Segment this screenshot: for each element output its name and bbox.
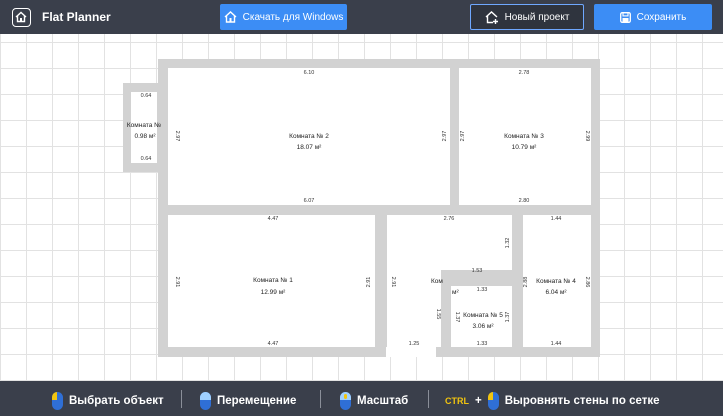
new-project-label: Новый проект <box>504 11 570 23</box>
dim-2-right: 2.97 <box>442 131 448 142</box>
dim-4-top: 1.44 <box>551 216 562 222</box>
hint-align: CTRL + Выровнять стены по сетке <box>445 392 660 410</box>
ctrl-key-label: CTRL <box>445 396 469 406</box>
dim-0-top: 0.64 <box>141 93 152 99</box>
dim-5-top: 1.33 <box>477 287 488 293</box>
room-3-area: 10.79 м² <box>512 144 538 151</box>
dim-3-top: 2.78 <box>519 70 530 76</box>
save-button[interactable]: Сохранить <box>594 4 712 30</box>
room-4-name: Комната № 4 <box>536 278 576 285</box>
plus-sign: + <box>475 395 482 407</box>
hint-align-label: Выровнять стены по сетке <box>504 395 660 407</box>
dim-6-bottom: 1.25 <box>409 341 420 347</box>
hint-divider <box>428 390 429 408</box>
hint-select-label: Выбрать объект <box>69 395 164 407</box>
hint-move: Перемещение <box>200 392 296 410</box>
hint-zoom: Масштаб <box>340 392 408 410</box>
room-3-name: Комната № 3 <box>504 133 544 140</box>
room-1-area: 12.99 м² <box>261 289 287 296</box>
room-6-area: м² <box>452 289 459 296</box>
dim-4-right: 2.86 <box>584 277 590 288</box>
dim-1-left: 2.91 <box>174 277 180 288</box>
door-gap[interactable] <box>386 347 436 357</box>
room-5-name: Комната № 5 <box>463 312 503 319</box>
room-0-name: Комната № <box>127 122 161 129</box>
mouse-left-click-icon <box>487 392 499 410</box>
app-title: Flat Planner <box>42 10 111 24</box>
dim-2-top: 6.10 <box>304 70 315 76</box>
dim-1-right: 2.91 <box>366 277 372 288</box>
mouse-wheel-icon <box>340 392 351 410</box>
dim-3-bottom: 2.80 <box>519 198 530 204</box>
dim-5-bottom: 1.33 <box>477 341 488 347</box>
room-2-area: 18.07 м² <box>297 144 323 151</box>
download-windows-button[interactable]: Скачать для Windows <box>220 4 347 30</box>
dim-1-bottom: 4.47 <box>268 341 279 347</box>
save-icon <box>619 11 631 23</box>
dim-6-door: 1.55 <box>435 309 441 320</box>
dim-2-bottom: 6.07 <box>304 198 315 204</box>
hint-divider <box>181 390 182 408</box>
mouse-right-click-icon <box>200 392 211 410</box>
hint-zoom-label: Масштаб <box>357 395 409 407</box>
dim-6-left: 2.91 <box>390 277 396 288</box>
download-windows-label: Скачать для Windows <box>242 11 344 23</box>
dim-5-right: 1.37 <box>505 312 511 323</box>
dim-1-top: 4.47 <box>268 216 279 222</box>
mouse-left-click-icon <box>52 392 63 410</box>
dim-3-left: 2.97 <box>460 131 466 142</box>
dim-0-bottom: 0.64 <box>141 156 152 162</box>
hint-move-label: Перемещение <box>217 395 297 407</box>
floor-plan: Комната № 0.98 м² Комната № 2 18.07 м² К… <box>123 59 600 357</box>
room-2-name: Комната № 2 <box>289 133 329 140</box>
dim-6-top: 2.76 <box>444 216 455 222</box>
dim-4-bottom: 1.44 <box>551 341 562 347</box>
room-4-area: 6.04 м² <box>545 289 567 296</box>
hint-divider <box>320 390 321 408</box>
room-5-area: 3.06 м² <box>472 323 494 330</box>
hint-select: Выбрать объект <box>52 392 164 410</box>
home-logo-icon[interactable] <box>12 8 31 27</box>
dim-5-left: 1.37 <box>454 312 460 323</box>
dim-4-left: 2.88 <box>523 277 529 288</box>
save-label: Сохранить <box>636 11 687 23</box>
plan-canvas[interactable]: Комната № 0.98 м² Комната № 2 18.07 м² К… <box>0 34 723 381</box>
dim-6-inner: 1.53 <box>472 268 483 274</box>
room-1-name: Комната № 1 <box>253 277 293 284</box>
top-toolbar: Flat Planner Скачать для Windows Новый п… <box>0 0 723 34</box>
dim-2-left: 2.97 <box>174 131 180 142</box>
dim-3-right: 2.99 <box>584 131 590 142</box>
new-home-icon <box>485 10 498 24</box>
new-project-button[interactable]: Новый проект <box>470 4 584 30</box>
hint-bar: Выбрать объект Перемещение Масштаб CTRL … <box>0 381 723 416</box>
room-0-area: 0.98 м² <box>134 133 156 140</box>
dim-6-right: 1.32 <box>505 238 511 249</box>
home-icon <box>224 11 237 23</box>
room-6-name: Ком <box>431 278 443 285</box>
